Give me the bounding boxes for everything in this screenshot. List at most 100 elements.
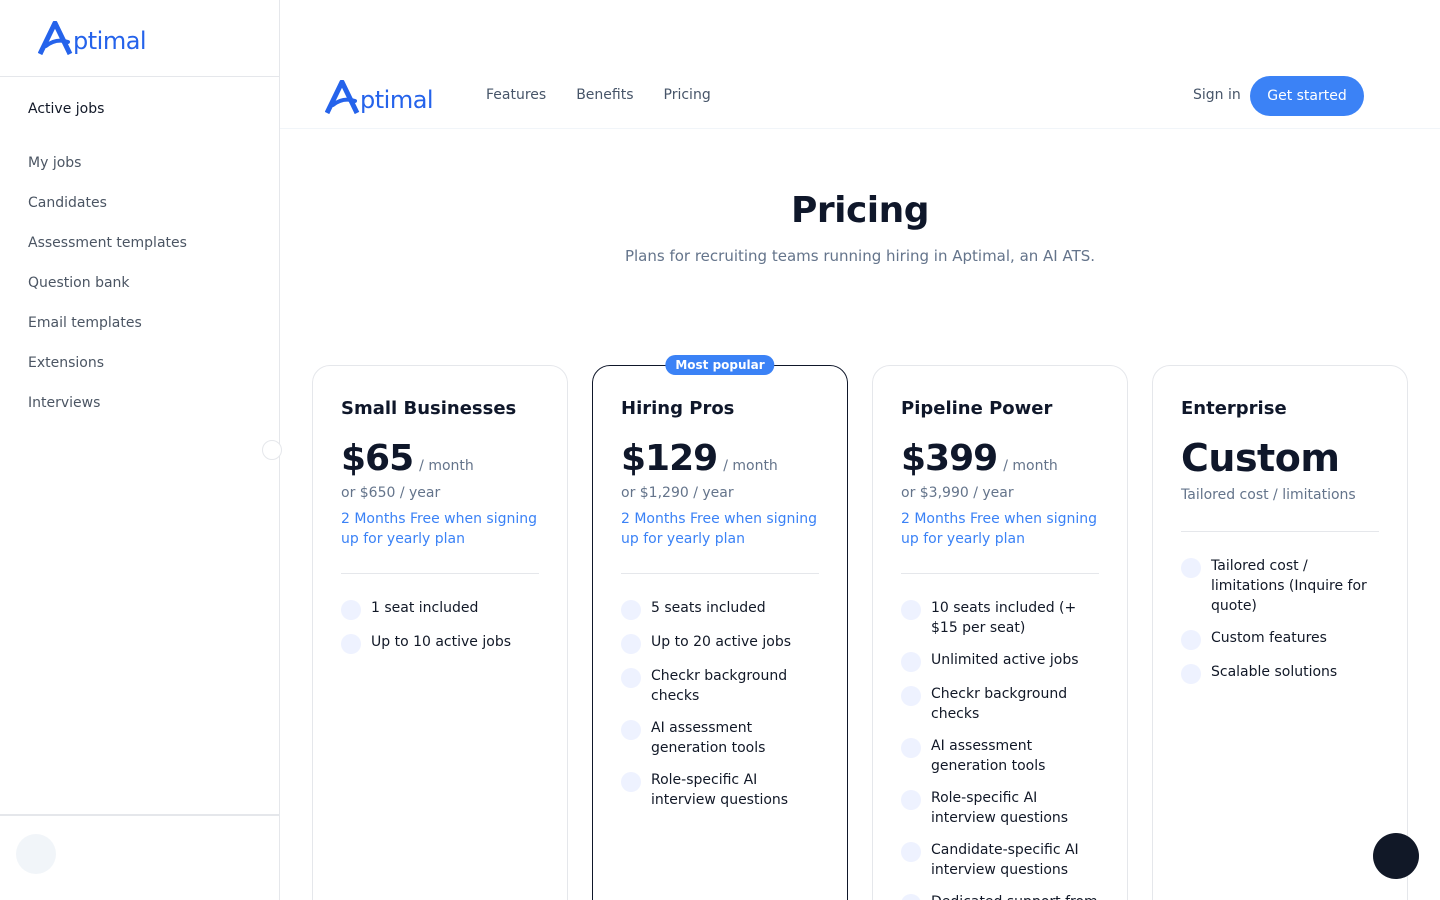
feature-item: AI assessment generation tools <box>621 718 821 758</box>
check-icon <box>621 720 641 740</box>
sidebar-collapse-toggle[interactable] <box>262 440 282 460</box>
feature-item: 5 seats included <box>621 598 821 620</box>
divider <box>901 573 1099 574</box>
feature-item: Up to 10 active jobs <box>341 632 541 654</box>
divider <box>621 573 819 574</box>
feature-item: Scalable solutions <box>1181 662 1381 684</box>
feature-item: Role-specific AI interview questions <box>901 788 1101 828</box>
chat-launcher-button[interactable] <box>1373 833 1419 879</box>
plan-price: $65 <box>341 438 414 479</box>
price-row: $129 / month <box>621 438 778 479</box>
nav-logo[interactable]: ptimal <box>325 80 434 114</box>
feature-label: Unlimited active jobs <box>931 652 1079 668</box>
feature-label: Checkr background checks <box>931 686 1068 722</box>
feature-item: Custom features <box>1181 628 1381 650</box>
sidebar-item-assessment-templates[interactable]: Assessment templates <box>28 233 187 273</box>
sidebar-logo-area: ptimal <box>0 0 279 77</box>
sign-in-link[interactable]: Sign in <box>1193 87 1241 103</box>
nav-link-pricing[interactable]: Pricing <box>664 87 711 103</box>
feature-label: Role-specific AI interview questions <box>931 790 1069 826</box>
get-started-button[interactable]: Get started <box>1250 76 1364 116</box>
plan-period: / month <box>723 458 778 474</box>
feature-label: Tailored cost / limitations (Inquire for… <box>1211 558 1367 614</box>
feature-label: Role-specific AI interview questions <box>651 772 789 808</box>
feature-item: Role-specific AI interview questions <box>621 770 821 810</box>
price-row: $65 / month <box>341 438 474 479</box>
check-icon <box>901 686 921 706</box>
feature-item: Candidate-specific AI interview question… <box>901 840 1101 880</box>
feature-item: Tailored cost / limitations (Inquire for… <box>1181 556 1381 616</box>
feature-item: Checkr background checks <box>901 684 1101 724</box>
plan-yearly-price: or $650 / year <box>341 485 441 501</box>
feature-label: Checkr background checks <box>651 668 788 704</box>
feature-label: AI assessment generation tools <box>931 738 1046 774</box>
check-icon <box>621 772 641 792</box>
feature-label: Dedicated support from <box>931 892 1098 900</box>
feature-label: Custom features <box>1211 630 1327 646</box>
check-icon <box>1181 664 1201 684</box>
logo-a-mark-icon <box>38 21 73 55</box>
price-row: $399 / month <box>901 438 1058 479</box>
check-icon <box>901 738 921 758</box>
feature-label: Up to 20 active jobs <box>651 634 791 650</box>
feature-label: Up to 10 active jobs <box>371 634 511 650</box>
feature-list: 10 seats included (+ $15 per seat) Unlim… <box>901 598 1101 900</box>
divider <box>341 573 539 574</box>
check-icon <box>1181 558 1201 578</box>
page-subtitle: Plans for recruiting teams running hirin… <box>624 247 1096 265</box>
nav-links: Features Benefits Pricing <box>486 87 711 103</box>
check-icon <box>621 600 641 620</box>
nav-link-benefits[interactable]: Benefits <box>576 87 633 103</box>
sidebar: ptimal Active jobs My jobs Candidates As… <box>0 0 280 900</box>
feature-item: 1 seat included <box>341 598 541 620</box>
check-icon <box>901 842 921 862</box>
brand-logo[interactable]: ptimal <box>38 21 147 55</box>
check-icon <box>341 634 361 654</box>
check-icon <box>901 600 921 620</box>
divider <box>1181 531 1379 532</box>
check-icon <box>1181 630 1201 650</box>
sidebar-item-interviews[interactable]: Interviews <box>28 393 187 433</box>
plan-name: Hiring Pros <box>621 398 735 419</box>
plan-period: / month <box>419 458 474 474</box>
check-icon <box>901 894 921 900</box>
plan-card-enterprise: Enterprise Custom Tailored cost / limita… <box>1152 365 1408 900</box>
plan-promo: 2 Months Free when signing up for yearly… <box>901 511 1097 547</box>
plan-card-small-businesses: Small Businesses $65 / month or $650 / y… <box>312 365 568 900</box>
feature-label: 5 seats included <box>651 600 766 616</box>
feature-label: 10 seats included (+ $15 per seat) <box>931 600 1077 636</box>
feature-label: AI assessment generation tools <box>651 720 766 756</box>
feature-label: Scalable solutions <box>1211 664 1338 680</box>
feature-item: AI assessment generation tools <box>901 736 1101 776</box>
avatar[interactable] <box>16 834 56 874</box>
nav-link-features[interactable]: Features <box>486 87 546 103</box>
sidebar-nav: My jobs Candidates Assessment templates … <box>28 153 187 433</box>
plan-card-pipeline-power: Pipeline Power $399 / month or $3,990 / … <box>872 365 1128 900</box>
sidebar-item-email-templates[interactable]: Email templates <box>28 313 187 353</box>
sidebar-section-active-jobs[interactable]: Active jobs <box>28 101 104 117</box>
sidebar-footer <box>0 814 279 900</box>
plan-name: Enterprise <box>1181 398 1287 419</box>
sidebar-item-candidates[interactable]: Candidates <box>28 193 187 233</box>
plan-price-subtitle: Tailored cost / limitations <box>1181 487 1356 503</box>
feature-list: Tailored cost / limitations (Inquire for… <box>1181 556 1381 696</box>
plan-card-hiring-pros: Most popular Hiring Pros $129 / month or… <box>592 355 848 900</box>
plan-price: $399 <box>901 438 998 479</box>
check-icon <box>901 652 921 672</box>
check-icon <box>901 790 921 810</box>
feature-item: Checkr background checks <box>621 666 821 706</box>
sidebar-item-extensions[interactable]: Extensions <box>28 353 187 393</box>
plan-yearly-price: or $3,990 / year <box>901 485 1014 501</box>
feature-list: 5 seats included Up to 20 active jobs Ch… <box>621 598 821 822</box>
feature-label: 1 seat included <box>371 600 479 616</box>
logo-a-mark-icon <box>325 80 360 114</box>
plan-name: Small Businesses <box>341 398 517 419</box>
feature-item: 10 seats included (+ $15 per seat) <box>901 598 1101 638</box>
feature-item: Up to 20 active jobs <box>621 632 821 654</box>
feature-item: Unlimited active jobs <box>901 650 1101 672</box>
sidebar-item-question-bank[interactable]: Question bank <box>28 273 187 313</box>
feature-label: Candidate-specific AI interview question… <box>931 842 1079 878</box>
brand-wordmark: ptimal <box>73 27 147 55</box>
feature-item: Dedicated support from <box>901 892 1101 900</box>
sidebar-item-my-jobs[interactable]: My jobs <box>28 153 187 193</box>
